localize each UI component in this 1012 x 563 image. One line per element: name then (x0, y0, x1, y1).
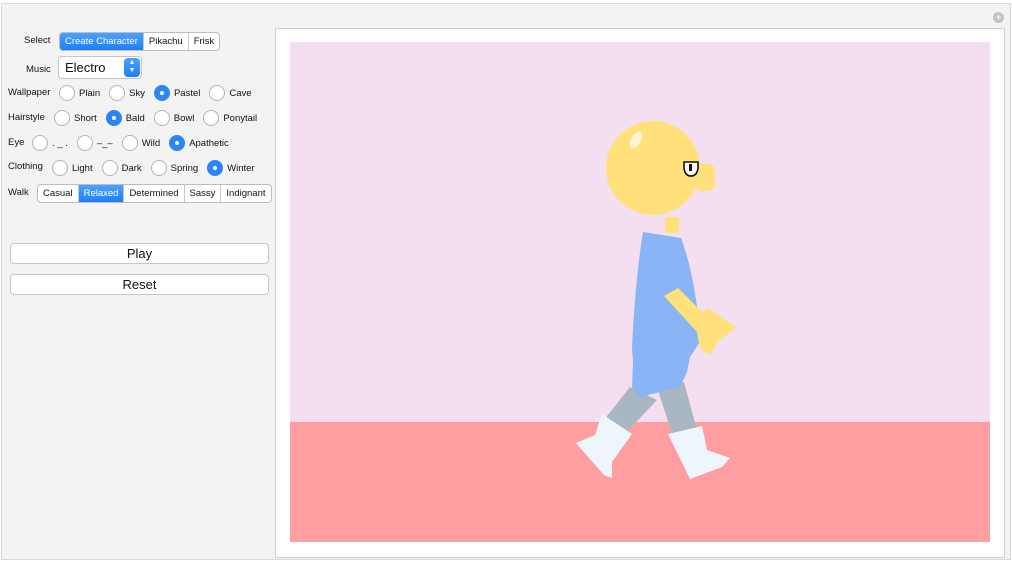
clothing-radio-spring[interactable]: Spring (150, 160, 199, 176)
walk-label: Walk (8, 187, 29, 198)
walk-option-relaxed[interactable]: Relaxed (78, 185, 125, 202)
app-window: + Select Create Character Pikachu Frisk … (1, 3, 1011, 560)
radio-button[interactable] (101, 160, 118, 176)
character-figure (576, 121, 736, 479)
radio-button[interactable] (207, 160, 224, 176)
radio-label: Wild (141, 137, 161, 149)
radio-button[interactable] (52, 160, 68, 176)
radio-button[interactable] (169, 135, 186, 151)
character-front-boot (668, 426, 730, 479)
radio-label: Spring (170, 162, 199, 174)
clothing-radio-group: Light Dark Spring Winter (52, 160, 264, 176)
eye-radio-apathetic[interactable]: Apathetic (169, 135, 229, 151)
radio-label: Light (72, 162, 93, 174)
radio-button[interactable] (153, 85, 170, 101)
music-value: Electro (65, 60, 106, 75)
radio-label: Pastel (173, 87, 201, 99)
hairstyle-label: Hairstyle (8, 112, 45, 123)
radio-label: –_– (96, 137, 113, 149)
clothing-radio-dark[interactable]: Dark (101, 160, 142, 176)
character-hand (694, 308, 736, 355)
eye-radio-group: . _ . –_– Wild Apathetic (32, 135, 238, 151)
radio-button[interactable] (109, 85, 126, 101)
eye-label: Eye (8, 137, 25, 148)
radio-label: . _ . (52, 137, 68, 149)
walk-setter: Casual Relaxed Determined Sassy Indignan… (37, 184, 272, 203)
wallpaper-radio-plain[interactable]: Plain (59, 85, 100, 101)
character-pupil (689, 164, 692, 171)
radio-label: Apathetic (189, 137, 229, 149)
wallpaper-radio-sky[interactable]: Sky (109, 85, 145, 101)
wallpaper-radio-cave[interactable]: Cave (209, 85, 252, 101)
radio-button[interactable] (59, 85, 75, 101)
plus-circle-icon[interactable]: + (993, 12, 1004, 23)
clothing-label: Clothing (8, 161, 43, 172)
wallpaper-radio-pastel[interactable]: Pastel (153, 85, 201, 101)
character-neck (665, 217, 679, 233)
wallpaper-radio-group: Plain Sky Pastel Cave (59, 85, 261, 101)
radio-button[interactable] (105, 110, 122, 126)
eye-radio-dash[interactable]: –_– (76, 135, 113, 151)
play-button[interactable]: Play (10, 243, 269, 264)
select-setter: Create Character Pikachu Frisk (59, 32, 221, 51)
radio-label: Sky (129, 87, 145, 99)
select-option-pikachu[interactable]: Pikachu (144, 33, 189, 50)
radio-label: Plain (79, 87, 101, 99)
eye-radio-wild[interactable]: Wild (121, 135, 161, 151)
music-popup[interactable]: Electro ▲ ▼ (58, 56, 142, 79)
radio-button[interactable] (209, 85, 226, 101)
radio-button[interactable] (121, 135, 138, 151)
radio-label: Bowl (173, 112, 195, 124)
radio-button[interactable] (32, 135, 48, 151)
select-option-frisk[interactable]: Frisk (189, 33, 220, 50)
wallpaper-label: Wallpaper (8, 87, 51, 98)
hairstyle-radio-short[interactable]: Short (54, 110, 97, 126)
reset-button[interactable]: Reset (10, 274, 269, 295)
radio-button[interactable] (76, 135, 93, 151)
animation-panel (275, 28, 1005, 558)
radio-button[interactable] (203, 110, 220, 126)
select-option-create-character[interactable]: Create Character (60, 33, 144, 50)
radio-label: Cave (229, 87, 252, 99)
radio-label: Bald (125, 112, 145, 124)
clothing-radio-winter[interactable]: Winter (207, 160, 255, 176)
hairstyle-radio-ponytail[interactable]: Ponytail (203, 110, 257, 126)
hairstyle-radio-group: Short Bald Bowl Ponytail (54, 110, 266, 126)
eye-radio-dot[interactable]: . _ . (32, 135, 68, 151)
music-label: Music (26, 64, 51, 75)
radio-label: Dark (121, 162, 142, 174)
walk-option-sassy[interactable]: Sassy (185, 185, 222, 202)
select-label: Select (24, 35, 51, 46)
hairstyle-radio-bowl[interactable]: Bowl (153, 110, 195, 126)
radio-button[interactable] (54, 110, 70, 126)
walk-option-indignant[interactable]: Indignant (221, 185, 270, 202)
animation-stage (290, 42, 990, 542)
walk-option-determined[interactable]: Determined (124, 185, 185, 202)
hairstyle-radio-bald[interactable]: Bald (105, 110, 145, 126)
radio-label: Winter (227, 162, 255, 174)
radio-label: Ponytail (223, 112, 258, 124)
radio-button[interactable] (150, 160, 167, 176)
chevron-up-down-icon: ▲ ▼ (124, 58, 140, 77)
radio-button[interactable] (153, 110, 170, 126)
radio-label: Short (74, 112, 97, 124)
clothing-radio-light[interactable]: Light (52, 160, 93, 176)
walk-option-casual[interactable]: Casual (38, 185, 79, 202)
